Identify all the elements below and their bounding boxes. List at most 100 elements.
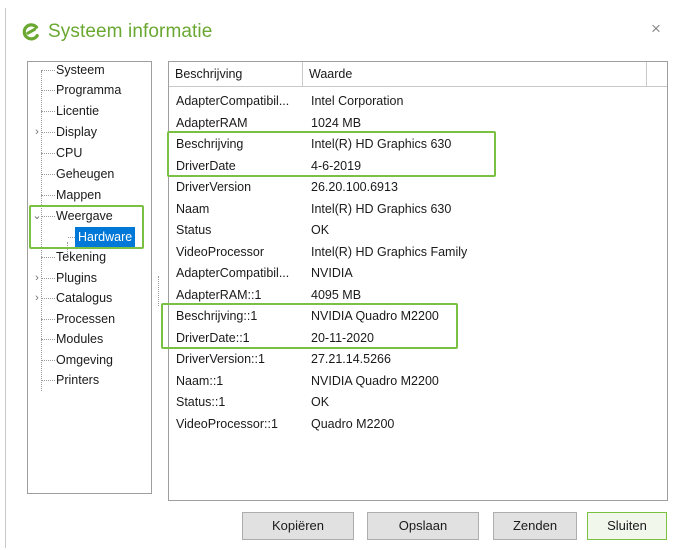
column-header-description[interactable]: Beschrijving <box>169 62 303 87</box>
property-value-cell: OK <box>311 223 330 237</box>
table-row[interactable]: Naam::1 NVIDIA Quadro M2200 <box>169 371 667 393</box>
tree-item-label: Hardware <box>75 227 136 247</box>
save-button[interactable]: Opslaan <box>367 512 479 540</box>
tree-item-label: Plugins <box>56 271 97 285</box>
chevron-down-icon[interactable]: ⌄ <box>32 206 42 226</box>
property-name-cell: Status::1 <box>176 395 226 409</box>
tree-item-label: Systeem <box>56 63 105 77</box>
close-icon[interactable]: × <box>647 18 665 40</box>
property-name-cell: AdapterCompatibil... <box>176 266 290 280</box>
table-row[interactable]: AdapterCompatibil... Intel Corporation <box>169 91 667 113</box>
tree-item-label: Programma <box>56 83 122 97</box>
table-row[interactable]: VideoProcessor::1 Quadro M2200 <box>169 414 667 436</box>
property-name-cell: DriverVersion::1 <box>176 352 265 366</box>
category-tree[interactable]: Systeem Programma Licentie › Display CPU Geheu… <box>27 61 152 494</box>
tree-connector <box>41 195 55 196</box>
property-value-cell: 4095 MB <box>311 287 362 302</box>
property-name-cell: DriverDate::1 <box>176 330 250 345</box>
tree-connector <box>41 339 55 340</box>
tree-guide-line <box>41 71 42 391</box>
table-row[interactable]: Naam Intel(R) HD Graphics 630 <box>169 199 667 221</box>
table-row[interactable]: AdapterRAM 1024 MB <box>169 113 667 135</box>
property-value-cell: 26.20.100.6913 <box>311 180 398 194</box>
column-header-value[interactable]: Waarde <box>303 62 647 87</box>
tree-connector <box>41 360 55 361</box>
close-button[interactable]: Sluiten <box>587 512 667 540</box>
property-value-cell: OK <box>311 395 330 409</box>
tree-item-label: Printers <box>56 373 100 387</box>
table-row[interactable]: Status::1 OK <box>169 392 667 414</box>
property-name-cell: AdapterRAM <box>176 115 248 130</box>
tree-connector <box>41 111 55 112</box>
property-value-cell: Quadro M2200 <box>311 416 395 431</box>
table-row[interactable]: Beschrijving::1 NVIDIA Quadro M2200 <box>169 306 667 328</box>
tree-item-label: Modules <box>56 332 104 346</box>
grid-header: Beschrijving Waarde <box>169 62 667 87</box>
tree-connector <box>41 319 55 320</box>
send-button[interactable]: Zenden <box>493 512 577 540</box>
tree-item-label: Tekening <box>56 250 107 264</box>
property-value-cell: NVIDIA <box>311 266 353 280</box>
property-value-cell: 27.21.14.5266 <box>311 352 391 366</box>
property-value-cell: 1024 MB <box>311 115 362 130</box>
tree-connector <box>41 380 55 381</box>
property-name-cell: Naam <box>176 201 210 216</box>
property-value-cell: 20-11-2020 <box>311 330 375 345</box>
chevron-right-icon[interactable]: › <box>32 288 42 308</box>
property-name-cell: VideoProcessor::1 <box>176 416 278 431</box>
property-name-cell: Status <box>176 223 212 237</box>
table-row[interactable]: DriverVersion 26.20.100.6913 <box>169 177 667 199</box>
table-row[interactable]: AdapterCompatibil... NVIDIA <box>169 263 667 285</box>
window-title: Systeem informatie <box>48 21 213 42</box>
tree-item-label: Omgeving <box>56 353 113 367</box>
property-name-cell: AdapterRAM::1 <box>176 287 262 302</box>
chevron-right-icon[interactable]: › <box>32 122 42 142</box>
property-value-cell: Intel(R) HD Graphics 630 <box>311 137 452 151</box>
panel-splitter[interactable] <box>158 276 160 306</box>
property-name-cell: Beschrijving::1 <box>176 309 258 323</box>
property-name-cell: DriverDate <box>176 158 236 173</box>
tree-item-label: Display <box>56 125 97 139</box>
property-value-cell: NVIDIA Quadro M2200 <box>311 309 439 323</box>
grid-body: AdapterCompatibil... Intel Corporation Ada… <box>169 91 667 435</box>
table-row[interactable]: DriverDate 4-6-2019 <box>169 156 667 178</box>
table-row[interactable]: Beschrijving Intel(R) HD Graphics 630 <box>169 134 667 156</box>
table-row[interactable]: DriverVersion::1 27.21.14.5266 <box>169 349 667 371</box>
tree-connector <box>68 237 75 238</box>
system-info-dialog: Systeem informatie × Systeem Programma Lic… <box>0 0 681 550</box>
table-row[interactable]: AdapterRAM::1 4095 MB <box>169 285 667 307</box>
property-grid[interactable]: Beschrijving Waarde AdapterCompatibil...… <box>168 61 668 501</box>
property-value-cell: Intel(R) HD Graphics 630 <box>311 201 452 216</box>
tree-connector <box>41 153 55 154</box>
tree-item-label: Licentie <box>56 104 100 118</box>
property-name-cell: DriverVersion <box>176 180 252 194</box>
tree-connector <box>41 132 55 133</box>
chevron-right-icon[interactable]: › <box>32 268 42 288</box>
table-row[interactable]: Status OK <box>169 220 667 242</box>
tree-connector <box>41 90 55 91</box>
window-left-border <box>5 8 6 548</box>
tree-item-label: Geheugen <box>56 167 115 181</box>
property-value-cell: Intel Corporation <box>311 94 404 108</box>
property-name-cell: VideoProcessor <box>176 244 265 259</box>
tree-item-label: CPU <box>56 146 83 160</box>
tree-item-label: Catalogus <box>56 291 113 305</box>
tree-connector <box>41 278 55 279</box>
tree-connector <box>41 174 55 175</box>
property-name-cell: Beschrijving <box>176 137 244 151</box>
table-row[interactable]: VideoProcessor Intel(R) HD Graphics Famil… <box>169 242 667 264</box>
tree-connector <box>41 70 55 71</box>
property-value-cell: 4-6-2019 <box>311 158 362 173</box>
tree-item-label: Weergave <box>56 209 113 223</box>
copy-button[interactable]: Kopiëren <box>242 512 354 540</box>
tree-item-label: Mappen <box>56 188 102 202</box>
tree-connector <box>41 216 55 217</box>
title-bar: Systeem informatie <box>22 18 212 46</box>
table-row[interactable]: DriverDate::1 20-11-2020 <box>169 328 667 350</box>
property-name-cell: Naam::1 <box>176 373 224 388</box>
property-value-cell: NVIDIA Quadro M2200 <box>311 373 439 388</box>
tree-connector <box>41 257 55 258</box>
property-value-cell: Intel(R) HD Graphics Family <box>311 244 468 259</box>
tree-connector <box>41 298 55 299</box>
app-logo-icon <box>22 23 39 41</box>
